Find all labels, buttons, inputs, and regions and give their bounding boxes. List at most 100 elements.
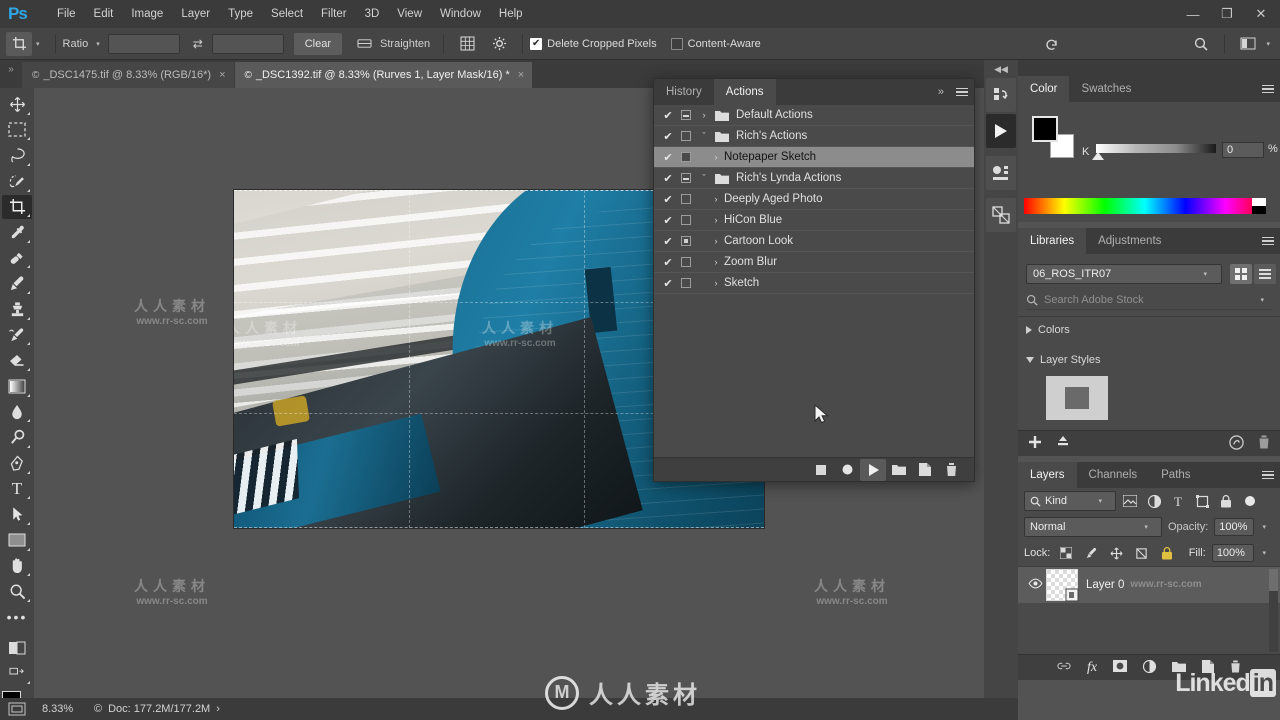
close-icon[interactable]: × <box>518 69 524 81</box>
status-expand-arrow-icon[interactable]: › <box>216 703 220 715</box>
restore-button[interactable]: ❐ <box>1210 1 1244 27</box>
list-view-icon[interactable] <box>1254 264 1276 284</box>
toggle-dialog-square-icon[interactable] <box>681 278 691 288</box>
reset-arrow-icon[interactable] <box>1039 32 1065 56</box>
workspace-chevron-icon[interactable]: ▾ <box>1266 40 1270 48</box>
blur-tool[interactable] <box>2 400 32 425</box>
action-enabled-checkmark-icon[interactable]: ✔ <box>660 193 676 206</box>
clone-stamp-tool[interactable] <box>2 297 32 322</box>
toggle-dialog-square-icon[interactable] <box>681 173 691 183</box>
action-row[interactable]: ✔ › HiCon Blue <box>654 210 974 230</box>
group-colors[interactable]: Colors <box>1026 324 1070 336</box>
channel-k-slider-thumb[interactable] <box>1092 152 1104 160</box>
creative-cloud-icon[interactable] <box>1229 434 1244 453</box>
menu-filter[interactable]: Filter <box>312 4 356 24</box>
action-dialog-toggle-box[interactable] <box>676 215 696 225</box>
menu-window[interactable]: Window <box>431 4 490 24</box>
content-aware-checkbox[interactable]: Content-Aware <box>670 37 761 50</box>
filter-pixel-icon[interactable] <box>1120 491 1140 511</box>
black-swatch[interactable] <box>1252 206 1266 214</box>
toggle-dialog-square-icon[interactable] <box>681 257 691 267</box>
lock-image-pixels-icon[interactable] <box>1082 543 1101 563</box>
action-dialog-toggle-box[interactable] <box>676 257 696 267</box>
swap-arrows-icon[interactable]: ⇄ <box>188 37 208 51</box>
menu-layer[interactable]: Layer <box>172 4 219 24</box>
fx-icon[interactable]: fx <box>1087 660 1097 676</box>
menu-help[interactable]: Help <box>490 4 532 24</box>
action-dialog-toggle-box[interactable] <box>676 278 696 288</box>
menu-image[interactable]: Image <box>122 4 172 24</box>
action-enabled-checkmark-icon[interactable]: ✔ <box>660 256 676 269</box>
gear-icon[interactable] <box>486 32 512 56</box>
color-chips[interactable] <box>1032 116 1074 158</box>
document-tab-2[interactable]: © _DSC1392.tif @ 8.33% (Rurves 1, Layer M… <box>234 62 533 88</box>
close-icon[interactable]: × <box>219 69 225 81</box>
action-enabled-checkmark-icon[interactable]: ✔ <box>660 172 676 185</box>
eraser-tool[interactable] <box>2 348 32 373</box>
action-dialog-toggle-box[interactable] <box>676 152 696 162</box>
actions-panel-icon[interactable] <box>986 114 1016 148</box>
menu-3d[interactable]: 3D <box>356 4 389 24</box>
new-page-icon[interactable] <box>1202 659 1215 676</box>
filter-type-icon[interactable]: T <box>1168 491 1188 511</box>
path-selection-tool[interactable] <box>2 502 32 527</box>
layer-visibility-eye-icon[interactable] <box>1024 578 1046 592</box>
libraries-panel-menu-icon[interactable] <box>1262 228 1274 254</box>
mask-icon[interactable] <box>1113 660 1128 675</box>
screen-mode-icon[interactable] <box>0 702 34 716</box>
action-row[interactable]: ✔ › Cartoon Look <box>654 231 974 251</box>
workspace-switcher-icon[interactable] <box>1235 32 1261 56</box>
stop-recording-button[interactable] <box>808 459 834 481</box>
toggle-dialog-square-icon[interactable] <box>681 110 691 120</box>
grid-view-icon[interactable] <box>1230 264 1252 284</box>
fill-input[interactable]: 100% <box>1211 544 1255 562</box>
crop-preset-chevron-icon[interactable]: ▾ <box>36 40 40 48</box>
lasso-tool[interactable] <box>2 143 32 168</box>
document-info[interactable]: © Doc: 177.2M/177.2M › <box>94 703 220 715</box>
search-icon[interactable] <box>1188 32 1214 56</box>
action-row[interactable]: ✔ › Deeply Aged Photo <box>654 189 974 209</box>
brush-tool[interactable] <box>2 271 32 296</box>
half-circle-icon[interactable] <box>1142 659 1157 676</box>
tab-channels[interactable]: Channels <box>1077 462 1150 488</box>
move-tool[interactable] <box>2 92 32 117</box>
color-panel-body[interactable]: K 0 % <box>1018 102 1280 222</box>
channel-k-input[interactable]: 0 <box>1222 142 1264 158</box>
chevron-down-icon[interactable]: ˇ <box>696 131 712 141</box>
minimize-button[interactable]: — <box>1176 1 1210 27</box>
upload-icon[interactable] <box>1056 435 1070 452</box>
menu-type[interactable]: Type <box>219 4 262 24</box>
chevron-right-icon[interactable]: › <box>708 278 724 288</box>
spot-healing-brush-tool[interactable] <box>2 246 32 271</box>
group-layer-styles[interactable]: Layer Styles <box>1026 354 1101 366</box>
menu-file[interactable]: File <box>48 4 85 24</box>
rectangle-tool[interactable] <box>2 528 32 553</box>
chevron-right-icon[interactable]: › <box>708 236 724 246</box>
action-enabled-checkmark-icon[interactable]: ✔ <box>660 109 676 122</box>
eyedropper-tool[interactable] <box>2 220 32 245</box>
pen-tool[interactable] <box>2 451 32 476</box>
tab-color[interactable]: Color <box>1018 76 1070 102</box>
layer-style-thumbnail[interactable] <box>1046 376 1108 420</box>
toggle-dialog-square-icon[interactable] <box>681 194 691 204</box>
trash-icon[interactable] <box>1230 660 1241 676</box>
filter-power-toggle-icon[interactable] <box>1240 491 1260 511</box>
content-aware-checkbox-box[interactable] <box>670 37 683 50</box>
edit-toolbar-tool[interactable]: ••• <box>2 605 32 630</box>
chevron-right-icon[interactable]: › <box>708 194 724 204</box>
filter-adjustment-icon[interactable] <box>1144 491 1164 511</box>
action-row[interactable]: ✔ › Sketch <box>654 273 974 293</box>
straighten-icon[interactable] <box>351 32 377 56</box>
action-row[interactable]: ✔ › Zoom Blur <box>654 252 974 272</box>
action-enabled-checkmark-icon[interactable]: ✔ <box>660 277 676 290</box>
action-dialog-toggle-box[interactable] <box>676 131 696 141</box>
delete-cropped-pixels-checkbox[interactable]: Delete Cropped Pixels <box>530 37 657 50</box>
menu-view[interactable]: View <box>388 4 431 24</box>
color-spectrum-ramp[interactable] <box>1024 198 1266 214</box>
search-adobe-stock-input[interactable]: Search Adobe Stock ▾ <box>1026 290 1272 310</box>
quick-mask-icon[interactable] <box>2 636 32 661</box>
layer-list[interactable]: Layer 0 www.rr-sc.com <box>1018 566 1280 654</box>
toggle-dialog-square-icon[interactable] <box>681 152 691 162</box>
trash-icon[interactable] <box>1258 435 1270 452</box>
link-icon[interactable] <box>1057 661 1071 674</box>
